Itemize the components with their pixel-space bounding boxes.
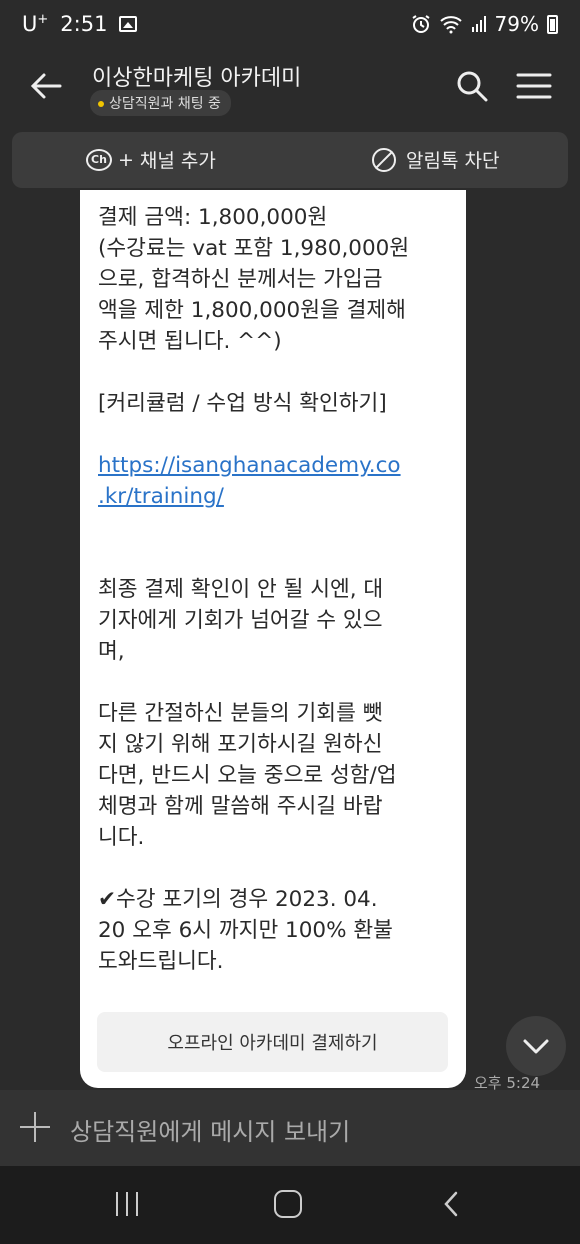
chat-title: 이상한마케팅 아카데미 xyxy=(92,66,302,91)
alarm-icon xyxy=(411,15,430,33)
signal-icon xyxy=(471,16,486,32)
chevron-down-icon xyxy=(523,1039,549,1054)
plus-icon[interactable] xyxy=(20,1112,50,1142)
message-text: 결제 금액: 1,800,000원 (수강료는 vat 포함 1,980,000… xyxy=(98,202,454,977)
message-bubble: 결제 금액: 1,800,000원 (수강료는 vat 포함 1,980,000… xyxy=(80,190,466,1088)
message-line: 지 않기 위해 포기하시길 원하신 xyxy=(98,732,383,757)
status-bar: U+ 2:51 79% xyxy=(0,0,580,50)
message-line: 으로, 합격하신 분께서는 가입금 xyxy=(98,267,383,292)
training-link[interactable]: https://isanghanacademy.co xyxy=(98,450,454,481)
message-line: 주시면 됩니다. ^^) xyxy=(98,329,282,354)
message-line: 최종 결제 확인이 안 될 시엔, 대 xyxy=(98,577,384,602)
message-input-bar: 상담직원에게 메시지 보내기 xyxy=(0,1090,580,1166)
add-channel-label: 채널 추가 xyxy=(139,150,216,172)
status-dot xyxy=(98,101,104,107)
message-line: 다른 간절하신 분들의 기회를 뺏 xyxy=(98,701,383,726)
message-line: ✔수강 포기의 경우 2023. 04. xyxy=(98,887,378,912)
scroll-down-button[interactable] xyxy=(506,1016,566,1076)
arrow-left-icon[interactable] xyxy=(28,68,64,104)
message-line xyxy=(98,853,454,884)
battery-icon xyxy=(547,14,558,34)
battery-percent: 79% xyxy=(494,12,539,36)
message-line: (수강료는 vat 포함 1,980,000원 xyxy=(98,236,410,261)
message-line: 체명과 함께 말씀해 주시길 바랍 xyxy=(98,794,383,819)
message-line: 며, xyxy=(98,639,125,664)
message-line xyxy=(98,512,454,543)
recent-apps-icon[interactable] xyxy=(114,1192,140,1216)
block-alert-label: 알림톡 차단 xyxy=(406,150,500,172)
message-line xyxy=(98,357,454,388)
message-line: 다면, 반드시 오늘 중으로 성함/업 xyxy=(98,763,397,788)
message-line: 니다. xyxy=(98,825,145,850)
channel-action-bar: Ch + 채널 추가 알림톡 차단 xyxy=(12,132,568,188)
message-line: [커리큘럼 / 수업 방식 확인하기] xyxy=(98,391,387,416)
system-nav-bar xyxy=(0,1166,580,1244)
nav-back-icon[interactable] xyxy=(438,1190,466,1218)
message-line: 액을 제한 1,800,000원을 결제해 xyxy=(98,298,406,323)
search-icon[interactable] xyxy=(456,70,488,102)
channel-logo-icon: Ch xyxy=(86,148,112,171)
message-line: 결제 금액: 1,800,000원 xyxy=(98,205,328,230)
add-channel-button[interactable]: Ch + 채널 추가 xyxy=(86,146,216,173)
home-icon[interactable] xyxy=(274,1190,302,1218)
message-line: 기자에게 기회가 넘어갈 수 있으 xyxy=(98,608,383,633)
message-input[interactable]: 상담직원에게 메시지 보내기 xyxy=(70,1112,350,1147)
chat-status-badge: 상담직원과 채팅 중 xyxy=(90,90,231,116)
message-line xyxy=(98,667,454,698)
training-link[interactable]: .kr/training/ xyxy=(98,481,454,512)
wifi-icon xyxy=(439,16,462,34)
image-notification-icon xyxy=(119,16,138,32)
hamburger-menu-icon[interactable] xyxy=(516,72,552,100)
message-line xyxy=(98,543,454,574)
carrier-label: U+ xyxy=(22,12,49,36)
status-time: 2:51 xyxy=(60,12,108,36)
chat-header: 이상한마케팅 아카데미 상담직원과 채팅 중 xyxy=(0,50,580,122)
message-line: 도와드립니다. xyxy=(98,949,224,974)
message-line: 20 오후 6시 까지만 100% 환불 xyxy=(98,918,393,943)
offline-academy-payment-button[interactable]: 오프라인 아카데미 결제하기 xyxy=(97,1012,448,1072)
block-alert-button[interactable]: 알림톡 차단 xyxy=(372,146,499,173)
block-icon xyxy=(372,147,396,172)
message-line xyxy=(98,419,454,450)
